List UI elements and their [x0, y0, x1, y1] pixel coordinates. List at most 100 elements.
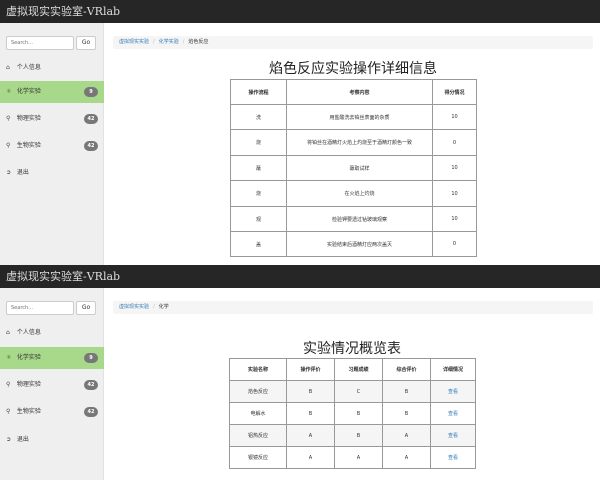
- sidebar-item-profile[interactable]: ⌂ 个人信息: [0, 322, 104, 344]
- column-header: 详细情况: [430, 358, 476, 381]
- breadcrumb-link-home[interactable]: 虚拟现实实验: [119, 304, 149, 310]
- go-button[interactable]: Go: [76, 36, 96, 50]
- sidebar-item-label: 生物实验: [16, 142, 41, 149]
- score-cell: 10: [432, 206, 477, 232]
- score-cell: 0: [432, 231, 477, 257]
- logout-icon: ➲: [6, 436, 12, 443]
- overall-grade-cell: B: [382, 380, 431, 403]
- table-row: 观 检验钾要透过钴玻璃观察 10: [230, 206, 477, 232]
- breadcrumb-separator: /: [153, 39, 155, 45]
- breadcrumb-link-home[interactable]: 虚拟现实实验: [119, 39, 149, 45]
- view-details-link[interactable]: 查看: [448, 433, 458, 439]
- column-header: 综合评价: [382, 358, 431, 381]
- overall-grade-cell: A: [382, 424, 431, 447]
- exercise-grade-cell: A: [334, 446, 383, 469]
- operation-grade-cell: A: [286, 446, 335, 469]
- sidebar-item-physics[interactable]: ⚲ 物理实验 42: [0, 374, 104, 396]
- experiment-name-cell: 电解水: [229, 402, 287, 425]
- view-details-link[interactable]: 查看: [448, 455, 458, 461]
- sidebar-item-label: 生物实验: [16, 408, 41, 415]
- content-cell: 实验结束后酒精灯应两次盖灭: [286, 231, 433, 257]
- breadcrumb-separator: /: [182, 39, 185, 45]
- experiment-name-cell: 银镜反应: [229, 446, 287, 469]
- table-row: 蘸 蘸取试样 10: [230, 155, 477, 181]
- count-badge: 9: [84, 353, 98, 363]
- experiment-name-cell: 焰色反应: [229, 380, 287, 403]
- breadcrumb: 虚拟现实实验 / 化学实验 / 焰色反应: [113, 36, 593, 49]
- count-badge: 42: [84, 380, 98, 390]
- app-title: 虚拟现实实验室-VRlab: [0, 265, 600, 288]
- sidebar-item-physics[interactable]: ⚲ 物理实验 42: [0, 108, 104, 130]
- column-header: 操作流程: [230, 79, 287, 105]
- table-row: 焰色反应 B C B 查看: [229, 380, 476, 403]
- pin-icon: ⚲: [6, 115, 11, 122]
- page-title: 焰色反应实验操作详细信息: [269, 61, 437, 77]
- go-button[interactable]: Go: [76, 301, 96, 315]
- content-cell: 在火焰上灼烧: [286, 180, 433, 207]
- sidebar-item-biology[interactable]: ⚲ 生物实验 42: [0, 135, 104, 157]
- operation-detail-table: 操作流程 考察内容 得分情况 洗 用盐酸洗去铂丝表面的杂质 10 烧 将铂丝在酒…: [230, 79, 477, 257]
- pin-icon: ⚲: [6, 381, 11, 388]
- column-header: 实验名称: [229, 358, 287, 381]
- table-header-row: 实验名称 操作评价 习题成绩 综合评价 详细情况: [229, 358, 476, 381]
- sidebar-item-profile[interactable]: ⌂ 个人信息: [0, 57, 104, 79]
- sidebar: Go ⌂ 个人信息 ⚛ 化学实验 9 ⚲ 物理实验 42 ⚲ 生物实验 42 ➲…: [0, 288, 104, 480]
- breadcrumb-current: 焰色反应: [188, 39, 209, 45]
- flask-icon: ⚛: [6, 88, 12, 95]
- step-cell: 蘸: [230, 155, 287, 181]
- exercise-grade-cell: B: [334, 424, 383, 447]
- operation-grade-cell: B: [286, 380, 335, 403]
- search-input[interactable]: [6, 301, 74, 315]
- content-cell: 检验钾要透过钴玻璃观察: [286, 206, 433, 232]
- count-badge: 42: [84, 141, 98, 151]
- breadcrumb-current: 化学: [158, 304, 169, 310]
- column-header: 习题成绩: [334, 358, 383, 381]
- sidebar-item-logout[interactable]: ➲ 退出: [0, 429, 104, 451]
- operation-grade-cell: B: [286, 402, 335, 425]
- details-cell: 查看: [430, 424, 476, 447]
- step-cell: 盖: [230, 231, 287, 257]
- search-input[interactable]: [6, 36, 74, 50]
- sidebar-item-label: 个人信息: [16, 64, 41, 71]
- view-details-link[interactable]: 查看: [448, 389, 458, 395]
- table-row: 烧 将铂丝在酒精灯火焰上灼烧至于酒精灯颜色一致 0: [230, 129, 477, 156]
- experiment-name-cell: 铝热反应: [229, 424, 287, 447]
- flask-icon: ⚛: [6, 354, 12, 361]
- table-row: 盖 实验结束后酒精灯应两次盖灭 0: [230, 231, 477, 257]
- sidebar: Go ⌂ 个人信息 ⚛ 化学实验 9 ⚲ 物理实验 42 ⚲ 生物实验 42 ➲…: [0, 23, 104, 265]
- breadcrumb-link-chemistry[interactable]: 化学实验: [159, 39, 179, 45]
- step-cell: 洗: [230, 104, 287, 130]
- step-cell: 烧: [230, 180, 287, 207]
- score-cell: 10: [432, 180, 477, 207]
- content-cell: 用盐酸洗去铂丝表面的杂质: [286, 104, 433, 130]
- count-badge: 42: [84, 407, 98, 417]
- column-header: 得分情况: [432, 79, 477, 105]
- table-row: 铝热反应 A B A 查看: [229, 424, 476, 447]
- content-cell: 蘸取试样: [286, 155, 433, 181]
- sidebar-item-label: 物理实验: [16, 115, 41, 122]
- details-cell: 查看: [430, 402, 476, 425]
- app-title: 虚拟现实实验室-VRlab: [0, 0, 600, 23]
- column-header: 考察内容: [286, 79, 433, 105]
- table-row: 烧 在火焰上灼烧 10: [230, 180, 477, 207]
- sidebar-item-label: 个人信息: [16, 329, 41, 336]
- table-row: 银镜反应 A A A 查看: [229, 446, 476, 469]
- view-details-link[interactable]: 查看: [448, 411, 458, 417]
- overview-panel: 虚拟现实实验室-VRlab Go ⌂ 个人信息 ⚛ 化学实验 9 ⚲ 物理实验 …: [0, 265, 600, 480]
- score-cell: 10: [432, 104, 477, 130]
- details-cell: 查看: [430, 380, 476, 403]
- column-header: 操作评价: [286, 358, 335, 381]
- breadcrumb: 虚拟现实实验 / 化学: [113, 301, 593, 314]
- table-row: 洗 用盐酸洗去铂丝表面的杂质 10: [230, 104, 477, 130]
- sidebar-item-chemistry[interactable]: ⚛ 化学实验 9: [0, 347, 104, 369]
- sidebar-item-chemistry[interactable]: ⚛ 化学实验 9: [0, 81, 104, 103]
- sidebar-item-logout[interactable]: ➲ 退出: [0, 162, 104, 184]
- count-badge: 9: [84, 87, 98, 97]
- step-cell: 烧: [230, 129, 287, 156]
- overall-grade-cell: B: [382, 402, 431, 425]
- count-badge: 42: [84, 114, 98, 124]
- breadcrumb-separator: /: [153, 304, 155, 310]
- exercise-grade-cell: C: [334, 380, 383, 403]
- pin-icon: ⚲: [6, 408, 11, 415]
- sidebar-item-biology[interactable]: ⚲ 生物实验 42: [0, 401, 104, 423]
